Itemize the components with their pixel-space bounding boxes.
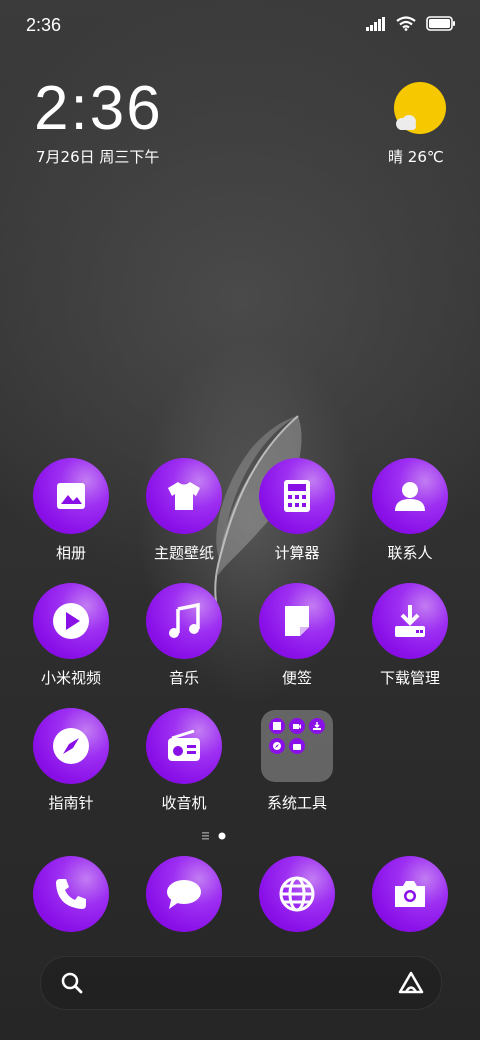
app-label: 便签 <box>281 669 312 687</box>
radio-icon <box>168 729 200 761</box>
compass-mini-icon <box>269 738 285 754</box>
app-video[interactable]: 小米视频 <box>21 583 121 688</box>
folder-system-tools[interactable]: 系统工具 <box>247 708 347 813</box>
search-bar[interactable] <box>40 956 442 1010</box>
app-calculator[interactable]: 计算器 <box>247 458 347 563</box>
sunny-cloud-icon[interactable] <box>390 82 446 138</box>
video-mini-icon <box>289 718 305 734</box>
folder-icon <box>261 710 333 782</box>
app-themes[interactable]: 主题壁纸 <box>134 458 234 563</box>
battery-icon <box>426 16 455 31</box>
download-icon <box>395 605 425 637</box>
browser-globe-icon <box>279 876 315 912</box>
gallery-icon <box>57 483 85 509</box>
app-label: 联系人 <box>387 544 433 562</box>
gallery-mini-icon <box>269 718 285 734</box>
phone-icon <box>56 879 86 909</box>
messages-icon <box>167 880 201 909</box>
contacts-icon <box>395 482 425 511</box>
page-dot-active <box>218 832 226 840</box>
app-label: 音乐 <box>168 669 199 687</box>
app-contacts[interactable]: 联系人 <box>360 458 460 563</box>
camera-icon <box>395 881 425 907</box>
dock-camera[interactable] <box>360 856 460 932</box>
app-label: 计算器 <box>274 544 320 562</box>
app-label: 小米视频 <box>40 669 101 687</box>
download-mini-icon <box>309 718 325 734</box>
assistant-icon[interactable] <box>397 970 425 996</box>
search-icon[interactable] <box>61 972 83 994</box>
radio-mini-icon <box>289 738 305 754</box>
page-indicator-menu-icon <box>202 832 209 840</box>
clock-widget-time[interactable]: 2:36 <box>34 78 163 140</box>
calculator-icon <box>284 480 310 512</box>
signal-icon <box>366 16 385 31</box>
app-radio[interactable]: 收音机 <box>134 708 234 813</box>
weather-widget[interactable]: 晴 26℃ <box>388 146 444 167</box>
app-label: 指南针 <box>48 794 94 812</box>
app-music[interactable]: 音乐 <box>134 583 234 688</box>
clock-widget-date[interactable]: 7月26日 周三下午 <box>36 146 159 167</box>
weather-temperature: 26℃ <box>407 148 444 166</box>
app-gallery[interactable]: 相册 <box>21 458 121 563</box>
status-bar: 2:36 <box>0 0 480 50</box>
app-label: 相册 <box>55 544 86 562</box>
app-label: 收音机 <box>161 794 207 812</box>
dock-phone[interactable] <box>21 856 121 932</box>
page-indicator[interactable] <box>200 830 240 842</box>
video-play-icon <box>53 603 89 639</box>
wifi-icon <box>396 16 416 31</box>
themes-shirt-icon <box>168 482 200 510</box>
app-label: 主题壁纸 <box>153 544 214 562</box>
compass-icon <box>53 728 89 764</box>
app-compass[interactable]: 指南针 <box>21 708 121 813</box>
app-downloads[interactable]: 下载管理 <box>360 583 460 688</box>
notes-icon <box>285 606 309 636</box>
app-notes[interactable]: 便签 <box>247 583 347 688</box>
dock-messages[interactable] <box>134 856 234 932</box>
dock-browser[interactable] <box>247 856 347 932</box>
app-label: 系统工具 <box>266 794 327 812</box>
weather-condition: 晴 <box>388 148 404 166</box>
status-time: 2:36 <box>26 15 62 35</box>
music-note-icon <box>169 603 200 638</box>
app-label: 下载管理 <box>379 669 440 687</box>
